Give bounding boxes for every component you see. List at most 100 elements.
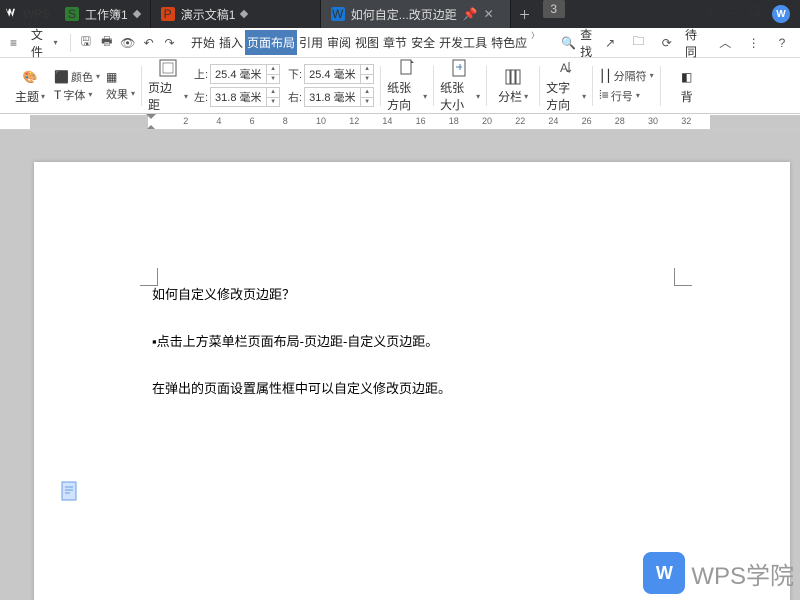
tab-developer[interactable]: 开发工具 — [437, 30, 489, 55]
papersize-icon — [450, 58, 470, 78]
doc-text[interactable]: ▪点击上方菜单栏页面布局-页边距-自定义页边距。 — [152, 331, 652, 350]
margin-top-label: 上: — [194, 66, 208, 82]
spin-down-icon[interactable]: ▼ — [361, 98, 373, 107]
paragraph-icon[interactable] — [60, 480, 80, 502]
margin-right-label: 右: — [288, 89, 302, 105]
ribbon-tabs: 开始 插入 页面布局 引用 审阅 视图 章节 安全 开发工具 特色应 〉 — [189, 30, 539, 55]
overflow-icon[interactable]: 〉 — [531, 30, 539, 55]
page-content[interactable]: 如何自定义修改页边距？ ▪点击上方菜单栏页面布局-页边距-自定义页边距。 在弹出… — [152, 284, 652, 425]
more-icon[interactable]: ⋮ — [743, 32, 763, 54]
background-icon: ◧ — [677, 67, 697, 87]
tab-features[interactable]: 特色应 — [489, 30, 529, 55]
spin-down-icon[interactable]: ▼ — [267, 98, 279, 107]
user-avatar[interactable]: W — [772, 5, 790, 23]
tab-page-layout[interactable]: 页面布局 — [245, 30, 297, 55]
redo-icon[interactable]: ↷ — [160, 32, 179, 54]
ruler-tick: 32 — [681, 116, 691, 126]
columns-icon — [503, 67, 523, 87]
font-icon: T — [54, 88, 61, 102]
theme-group: 🎨 主题▾ ⬛颜色▾ T字体▾ ▦ 效果▾ — [6, 58, 139, 113]
indent-marker-icon[interactable] — [146, 114, 156, 128]
tab-workbook[interactable]: S 工作簿1 — [55, 0, 151, 28]
lineno-icon: ⦙≡ — [599, 88, 609, 103]
doc-text[interactable]: 如何自定义修改页边距？ — [152, 284, 652, 303]
page: 如何自定义修改页边距？ ▪点击上方菜单栏页面布局-页边距-自定义页边距。 在弹出… — [34, 162, 790, 600]
help-icon[interactable]: ? — [772, 32, 792, 54]
title-bar: WPS S 工作簿1 P 演示文稿1 W 如何自定...改页边距 📌 ✕ ＋ 3… — [0, 0, 800, 28]
maximize-icon[interactable]: ☐ — [749, 5, 760, 23]
color-button[interactable]: ⬛颜色▾ — [54, 69, 100, 85]
preview-icon[interactable]: 👁 — [118, 32, 137, 54]
spin-up-icon[interactable]: ▲ — [267, 65, 279, 75]
background-button[interactable]: ◧ 背 — [667, 67, 707, 105]
margin-bottom-label: 下: — [288, 66, 302, 82]
tab-start[interactable]: 开始 — [189, 30, 217, 55]
minimize-icon[interactable]: — — [725, 5, 737, 23]
tab-count-badge[interactable]: 3 — [543, 0, 565, 18]
collapse-icon[interactable]: ︿ — [715, 32, 735, 54]
font-button[interactable]: T字体▾ — [54, 87, 100, 103]
writer-icon: W — [331, 7, 345, 21]
tab-presentation[interactable]: P 演示文稿1 — [151, 0, 321, 28]
ruler-tick: 10 — [316, 116, 326, 126]
sync-icon[interactable]: ⟳ — [657, 32, 677, 54]
text-direction-button[interactable]: A 文字方向▾ — [546, 58, 586, 113]
save-icon[interactable]: 🖫 — [76, 32, 95, 54]
spin-down-icon[interactable]: ▼ — [267, 75, 279, 84]
ruler-tick: 30 — [648, 116, 658, 126]
hamburger-icon[interactable]: ≡ — [4, 32, 23, 54]
margin-bottom-input[interactable]: ▲▼ — [304, 64, 374, 84]
tab-document[interactable]: W 如何自定...改页边距 📌 ✕ — [321, 0, 511, 28]
tab-sections[interactable]: 章节 — [381, 30, 409, 55]
wps-logo: WPS — [0, 7, 55, 21]
textdir-icon: A — [556, 58, 576, 78]
share-icon[interactable]: ↗ — [600, 32, 620, 54]
document-canvas[interactable]: 如何自定义修改页边距？ ▪点击上方菜单栏页面布局-页边距-自定义页边距。 在弹出… — [0, 130, 800, 600]
margin-top-input[interactable]: ▲▼ — [210, 64, 280, 84]
spreadsheet-icon: S — [65, 7, 79, 21]
spin-up-icon[interactable]: ▲ — [267, 88, 279, 98]
margin-button[interactable]: 页边距▾ — [148, 58, 188, 113]
palette-icon: 🎨 — [20, 67, 40, 87]
ruler-tick: 8 — [283, 116, 288, 126]
search-button[interactable]: 🔍 查找 — [561, 26, 598, 60]
folder-icon[interactable]: 🗀 — [628, 32, 648, 54]
preset-button[interactable]: ▦ — [106, 70, 135, 84]
pin-icon[interactable]: 📌 — [463, 7, 478, 21]
close-icon[interactable]: ✕ — [484, 7, 494, 21]
tab-view[interactable]: 视图 — [353, 30, 381, 55]
right-tools: ↗ 🗀 ⟳ 待同 ︿ ⋮ ? — [600, 26, 796, 60]
breaks-button[interactable]: ⎮⎮分隔符▾ — [599, 68, 654, 84]
search-icon: 🔍 — [561, 36, 576, 50]
horizontal-ruler[interactable]: 6422468101214161820222426283032343638404… — [0, 114, 800, 130]
print-icon[interactable]: 🖶 — [97, 32, 116, 54]
sync-label[interactable]: 待同 — [685, 26, 707, 60]
tab-references[interactable]: 引用 — [297, 30, 325, 55]
undo-icon[interactable]: ↶ — [139, 32, 158, 54]
effect-button[interactable]: 效果▾ — [106, 86, 135, 102]
theme-button[interactable]: 🎨 主题▾ — [10, 67, 50, 105]
spin-up-icon[interactable]: ▲ — [361, 88, 373, 98]
ribbon: 🎨 主题▾ ⬛颜色▾ T字体▾ ▦ 效果▾ 页边距▾ 上: ▲▼ 下: ▲▼ 左… — [0, 58, 800, 114]
menu-icon[interactable]: ≡ — [706, 5, 713, 23]
doc-text[interactable]: 在弹出的页面设置属性框中可以自定义修改页边距。 — [152, 378, 652, 397]
corner-mark-icon — [674, 268, 692, 286]
add-tab-button[interactable]: ＋ — [511, 0, 539, 28]
orientation-button[interactable]: 纸张方向▾ — [387, 58, 427, 113]
tab-security[interactable]: 安全 — [409, 30, 437, 55]
paper-size-button[interactable]: 纸张大小▾ — [440, 58, 480, 113]
ruler-tick: 14 — [382, 116, 392, 126]
ruler-tick: 20 — [482, 116, 492, 126]
tab-label: 演示文稿1 — [181, 6, 236, 23]
spin-down-icon[interactable]: ▼ — [361, 75, 373, 84]
file-menu[interactable]: 文件▾ — [25, 26, 64, 60]
columns-button[interactable]: 分栏▾ — [493, 67, 533, 105]
tab-insert[interactable]: 插入 — [217, 30, 245, 55]
tab-review[interactable]: 审阅 — [325, 30, 353, 55]
margin-left-input[interactable]: ▲▼ — [210, 87, 280, 107]
spin-up-icon[interactable]: ▲ — [361, 65, 373, 75]
presentation-icon: P — [161, 7, 175, 21]
line-numbers-button[interactable]: ⦙≡行号▾ — [599, 88, 654, 104]
margin-right-input[interactable]: ▲▼ — [304, 87, 374, 107]
margin-left-label: 左: — [194, 89, 208, 105]
